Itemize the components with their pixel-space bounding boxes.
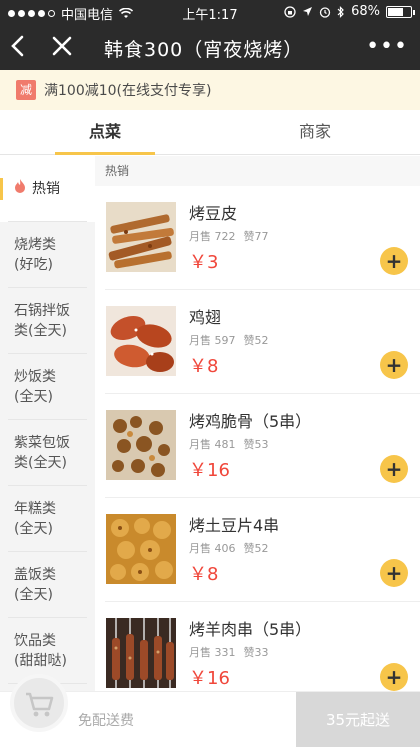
location-arrow-icon	[303, 7, 313, 16]
more-options-button[interactable]: •••	[366, 34, 408, 59]
sidebar-item-label: 盖饭类 (全天)	[14, 567, 56, 603]
section-header: 热销	[95, 156, 420, 186]
add-to-cart-button[interactable]: +	[380, 455, 408, 483]
product-list[interactable]: 热销 烤豆皮 月售 722 赞77 ￥3 + 鸡翅 月售 597 赞52 ￥8 …	[95, 156, 420, 691]
list-item[interactable]: 烤鸡脆骨（5串） 月售 481 赞53 ￥16 +	[105, 394, 420, 498]
product-meta: 月售 481 赞53	[189, 436, 269, 452]
sidebar-item-label: 烧烤类 (好吃)	[14, 237, 56, 273]
product-name: 烤鸡脆骨（5串）	[189, 412, 312, 431]
back-button[interactable]	[8, 32, 36, 62]
product-name: 烤豆皮	[189, 204, 238, 223]
monthly-sales: 月售 406	[189, 542, 236, 555]
tab-bar: 点菜 商家	[0, 110, 420, 155]
product-image[interactable]	[106, 618, 176, 688]
alarm-icon	[319, 6, 331, 18]
promo-text: 满100减10(在线支付专享)	[44, 83, 212, 99]
status-bar: 中国电信 上午1:17 68%	[0, 0, 420, 24]
cart-bar: 免配送费 35元起送	[0, 674, 420, 747]
likes-count: 赞33	[243, 646, 269, 659]
product-meta: 月售 331 赞33	[189, 644, 269, 660]
page-title: 韩食300（宵夜烧烤）	[104, 39, 304, 61]
sidebar-item-gimbap[interactable]: 紫菜包饭 类(全天)	[0, 420, 95, 486]
shopping-cart-icon	[26, 692, 54, 717]
sidebar-item-fried-rice[interactable]: 炒饭类 (全天)	[0, 354, 95, 420]
add-to-cart-button[interactable]: +	[380, 663, 408, 691]
sidebar-item-rice-bowl[interactable]: 盖饭类 (全天)	[0, 552, 95, 618]
monthly-sales: 月售 331	[189, 646, 236, 659]
cart-button[interactable]	[10, 674, 68, 732]
likes-count: 赞77	[243, 230, 269, 243]
product-image[interactable]	[106, 514, 176, 584]
product-meta: 月售 722 赞77	[189, 228, 269, 244]
min-order-button[interactable]: 35元起送	[296, 692, 420, 747]
product-price: ￥16	[189, 460, 230, 481]
likes-count: 赞53	[243, 438, 269, 451]
sidebar-item-label: 饮品类 (甜甜哒)	[14, 633, 67, 669]
battery-icon	[386, 5, 415, 18]
sidebar-item-stone-pot-rice[interactable]: 石锅拌饭 类(全天)	[0, 288, 95, 354]
sidebar-item-label: 紫菜包饭 类(全天)	[14, 435, 70, 471]
sidebar-item-drinks[interactable]: 饮品类 (甜甜哒)	[0, 618, 95, 684]
product-name: 烤土豆片4串	[189, 516, 280, 535]
list-item[interactable]: 烤豆皮 月售 722 赞77 ￥3 +	[105, 186, 420, 290]
monthly-sales: 月售 722	[189, 230, 236, 243]
bluetooth-icon	[337, 5, 344, 18]
product-price: ￥3	[189, 252, 219, 273]
delivery-fee-text: 免配送费	[78, 713, 134, 729]
sidebar-item-label: 年糕类 (全天)	[14, 501, 56, 537]
sidebar-item-label: 热销	[32, 181, 60, 197]
discount-tag-icon: 减	[16, 80, 36, 100]
product-name: 鸡翅	[189, 308, 222, 327]
product-image[interactable]	[106, 306, 176, 376]
category-sidebar[interactable]: 热销 烧烤类 (好吃) 石锅拌饭 类(全天) 炒饭类 (全天) 紫菜包饭 类(全…	[0, 156, 95, 691]
battery-percent: 68%	[351, 4, 380, 19]
product-price: ￥8	[189, 564, 219, 585]
sidebar-item-label: 炒饭类 (全天)	[14, 369, 56, 405]
monthly-sales: 月售 481	[189, 438, 236, 451]
tab-active-indicator	[55, 152, 155, 155]
sidebar-item-rice-cake[interactable]: 年糕类 (全天)	[0, 486, 95, 552]
product-name: 烤羊肉串（5串）	[189, 620, 312, 639]
tab-order[interactable]: 点菜	[55, 110, 155, 155]
navigation-bar: 韩食300（宵夜烧烤） •••	[0, 24, 420, 70]
tab-merchant-label: 商家	[298, 122, 331, 141]
product-meta: 月售 406 赞52	[189, 540, 269, 556]
product-image[interactable]	[106, 202, 176, 272]
close-button[interactable]	[50, 32, 78, 62]
list-item[interactable]: 烤土豆片4串 月售 406 赞52 ￥8 +	[105, 498, 420, 602]
flame-icon	[14, 178, 26, 200]
product-meta: 月售 597 赞52	[189, 332, 269, 348]
list-item[interactable]: 鸡翅 月售 597 赞52 ￥8 +	[105, 290, 420, 394]
tab-merchant[interactable]: 商家	[265, 110, 365, 155]
likes-count: 赞52	[243, 542, 269, 555]
likes-count: 赞52	[243, 334, 269, 347]
lock-rotation-icon	[284, 5, 296, 18]
product-image[interactable]	[106, 410, 176, 480]
sidebar-item-label: 石锅拌饭 类(全天)	[14, 303, 70, 339]
add-to-cart-button[interactable]: +	[380, 559, 408, 587]
add-to-cart-button[interactable]: +	[380, 351, 408, 379]
list-item[interactable]: 烤羊肉串（5串） 月售 331 赞33 ￥16 +	[105, 602, 420, 691]
sidebar-item-hot[interactable]: 热销	[0, 156, 95, 222]
tab-order-label: 点菜	[88, 122, 121, 141]
promo-banner[interactable]: 减 满100减10(在线支付专享)	[0, 70, 420, 110]
sidebar-item-bbq[interactable]: 烧烤类 (好吃)	[0, 222, 95, 288]
product-price: ￥8	[189, 356, 219, 377]
add-to-cart-button[interactable]: +	[380, 247, 408, 275]
product-price: ￥16	[189, 668, 230, 689]
back-arrow-icon	[11, 35, 24, 57]
close-icon	[52, 36, 72, 56]
monthly-sales: 月售 597	[189, 334, 236, 347]
